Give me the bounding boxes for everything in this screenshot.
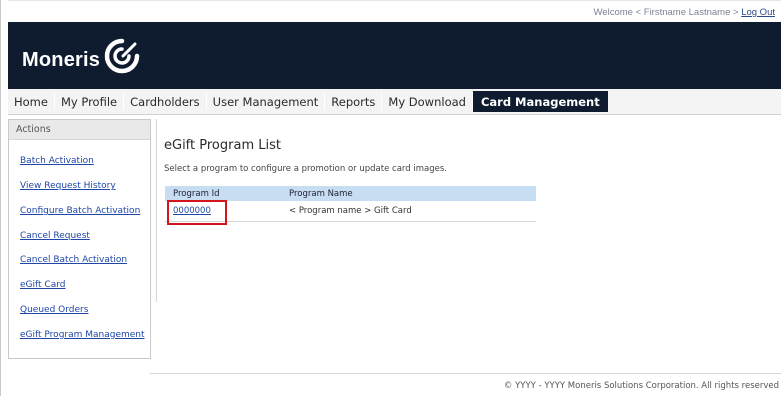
nav-card-management[interactable]: Card Management: [472, 91, 608, 112]
sidebar-item-egift-card[interactable]: eGift Card: [20, 280, 65, 290]
header-banner: Moneris: [8, 22, 781, 89]
sidebar-title: Actions: [9, 120, 150, 140]
top-bar: Welcome < Firstname Lastname > Log Out: [8, 0, 781, 22]
content-divider: [156, 119, 157, 302]
nav-home[interactable]: Home: [8, 89, 54, 114]
table-header: Program Id Program Name: [165, 186, 536, 201]
footer-copyright: © YYYY - YYYY Moneris Solutions Corporat…: [503, 381, 779, 391]
page-title: eGift Program List: [164, 138, 281, 153]
logout-link[interactable]: Log Out: [741, 7, 775, 18]
page-description: Select a program to configure a promotio…: [164, 164, 447, 174]
welcome-text: Welcome < Firstname Lastname >: [593, 7, 739, 18]
nav-user-management[interactable]: User Management: [207, 89, 325, 114]
main-nav: Home My Profile Cardholders User Managem…: [8, 89, 781, 115]
logo-text: Moneris: [22, 49, 101, 71]
nav-my-download[interactable]: My Download: [382, 89, 472, 114]
sidebar-item-cancel-batch-activation[interactable]: Cancel Batch Activation: [20, 255, 127, 265]
program-name-cell: < Program name > Gift Card: [289, 206, 412, 216]
nav-my-profile[interactable]: My Profile: [55, 89, 123, 114]
sidebar-item-cancel-request[interactable]: Cancel Request: [20, 231, 90, 241]
welcome-message: Welcome < Firstname Lastname > Log Out: [594, 7, 775, 18]
sidebar-item-queued-orders[interactable]: Queued Orders: [20, 305, 88, 315]
footer-divider: [150, 373, 781, 374]
sidebar-item-egift-program-management[interactable]: eGift Program Management: [20, 330, 145, 340]
nav-cardholders[interactable]: Cardholders: [124, 89, 206, 114]
highlight-box: [167, 200, 227, 225]
moneris-swirl-icon: [104, 38, 140, 74]
nav-reports[interactable]: Reports: [325, 89, 381, 114]
moneris-logo[interactable]: Moneris: [22, 36, 142, 76]
sidebar-item-view-request-history[interactable]: View Request History: [20, 181, 116, 191]
sidebar-item-batch-activation[interactable]: Batch Activation: [20, 156, 94, 166]
actions-sidebar: Actions Batch Activation View Request Hi…: [8, 119, 151, 359]
sidebar-item-configure-batch-activation[interactable]: Configure Batch Activation: [20, 206, 140, 216]
column-header-program-id: Program Id: [173, 188, 220, 199]
column-header-program-name: Program Name: [289, 188, 353, 199]
